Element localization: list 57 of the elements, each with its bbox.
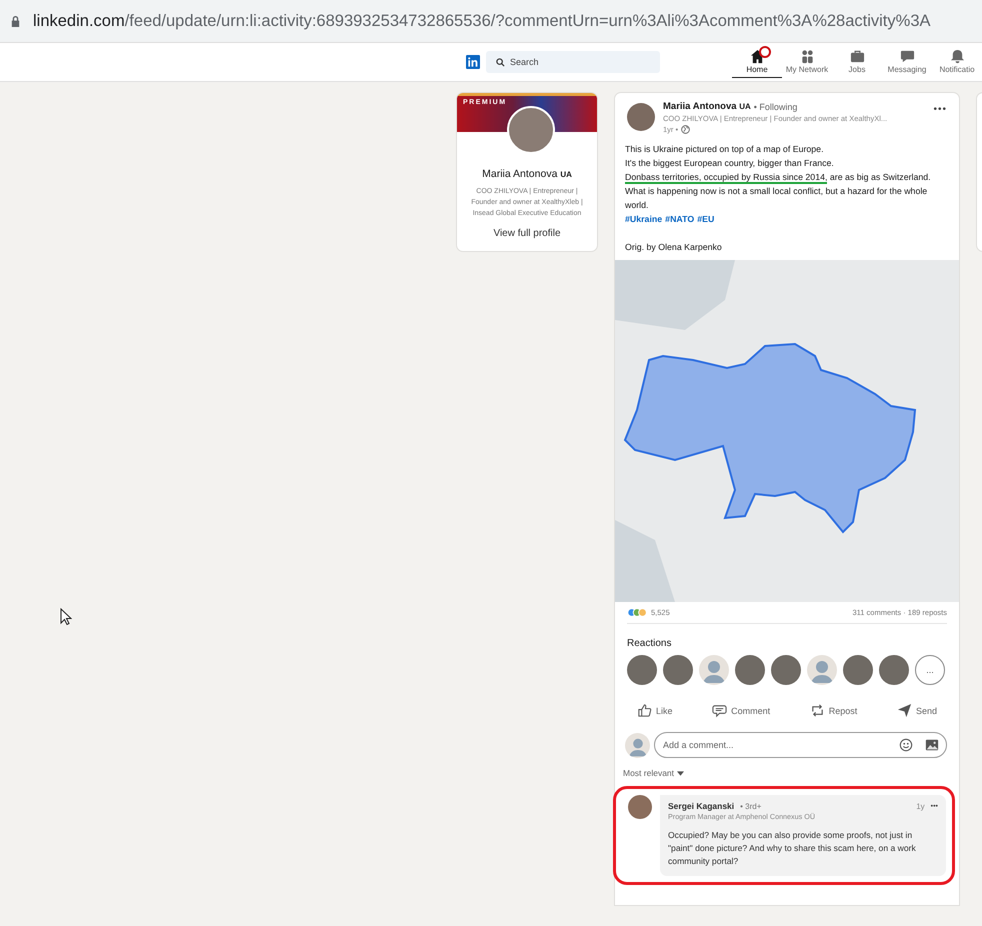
- follow-status: • Following: [754, 102, 798, 112]
- nav-tab[interactable]: Home: [732, 46, 782, 78]
- reactor-avatar[interactable]: [771, 655, 801, 685]
- reactor-avatar[interactable]: [879, 655, 909, 685]
- connection-degree: • 3rd+: [740, 802, 762, 810]
- user-avatar: [625, 732, 650, 758]
- chat-icon: [900, 49, 914, 64]
- comment-field[interactable]: Add a comment...: [654, 732, 947, 758]
- author-avatar[interactable]: [627, 103, 655, 131]
- mouse-pointer-icon: [60, 608, 72, 626]
- comment-text: Occupied? May be you can also provide some proofs, not just in "paint" done picture? And why to share this scam here, on a work community portal?: [668, 829, 917, 868]
- paper-plane-icon: [896, 703, 912, 718]
- caret-icon: [677, 770, 684, 776]
- profile-name[interactable]: Mariia Antonova UA: [457, 168, 597, 180]
- post-text: What is happening now is not a small local conflict, but a hazard for the whole world.: [625, 185, 928, 212]
- view-profile-link[interactable]: View full profile: [493, 228, 561, 239]
- people-icon: [800, 49, 814, 64]
- action-button[interactable]: Repost: [806, 699, 862, 722]
- post-text: Donbass territories, occupied by Russia since 2014, are as big as Switzerland.: [625, 171, 932, 184]
- credit-text: Orig. by Olena Karpenko: [625, 241, 723, 254]
- hashtag-link[interactable]: #Ukraine: [625, 212, 662, 226]
- nav-tab[interactable]: My Network: [782, 46, 832, 78]
- nav-tab[interactable]: Messaging: [882, 46, 932, 78]
- nav-tab[interactable]: Jobs: [832, 46, 882, 78]
- post-text: It's the biggest European country, bigger than France.: [625, 157, 835, 170]
- author-name[interactable]: Mariia Antonova UA: [663, 101, 751, 112]
- comment-age: 1y: [916, 802, 925, 810]
- bell-icon: [950, 49, 964, 64]
- hashtag-link[interactable]: #EU: [697, 212, 714, 226]
- lock-icon: [10, 14, 21, 28]
- briefcase-icon: [850, 49, 864, 64]
- sort-dropdown[interactable]: Most relevant: [621, 766, 686, 780]
- commenter-avatar[interactable]: [628, 795, 652, 819]
- repost-icon: [810, 703, 825, 718]
- search-field[interactable]: Search: [486, 51, 660, 73]
- action-button[interactable]: Like: [633, 699, 677, 722]
- reactor-avatar[interactable]: [843, 655, 873, 685]
- speech-bubble-icon: [712, 703, 728, 718]
- reactor-avatar[interactable]: [735, 655, 765, 685]
- reactor-avatar[interactable]: [699, 655, 729, 685]
- thumbs-up-icon: [637, 703, 652, 718]
- reactor-avatar[interactable]: [807, 655, 837, 685]
- smiley-icon[interactable]: [899, 738, 913, 752]
- commenter-name[interactable]: Sergei Kaganski: [668, 801, 734, 811]
- reactions-heading: Reactions: [627, 638, 672, 649]
- hashtag-link[interactable]: #NATO: [665, 212, 694, 226]
- action-button[interactable]: Comment: [708, 699, 774, 722]
- nav-tab[interactable]: Notificatio: [932, 46, 982, 78]
- reactor-avatar[interactable]: [627, 655, 657, 685]
- search-icon: [496, 58, 505, 67]
- post-text: This is Ukraine pictured on top of a map of Europe.: [625, 143, 825, 156]
- more-button[interactable]: •••: [931, 101, 949, 117]
- reactor-avatar[interactable]: [663, 655, 693, 685]
- action-button[interactable]: Send: [892, 699, 941, 722]
- more-reactions-button[interactable]: ...: [915, 655, 945, 685]
- reaction-icons: [627, 608, 649, 617]
- globe-icon: [681, 125, 690, 134]
